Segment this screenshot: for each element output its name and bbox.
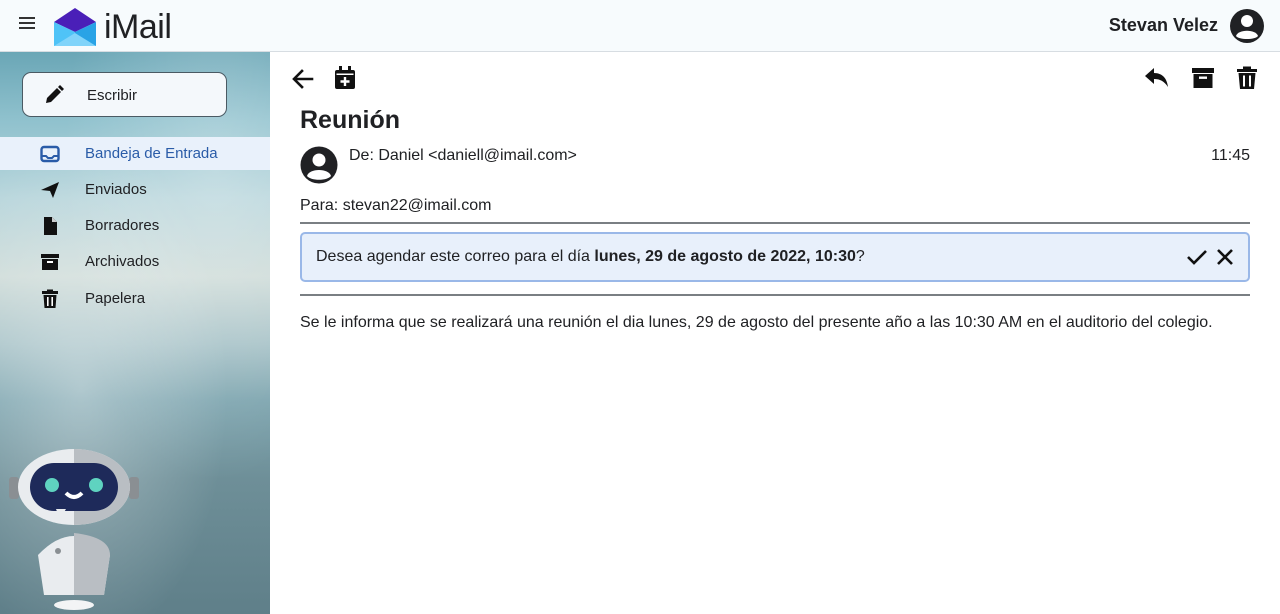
sender-avatar-icon <box>300 146 338 184</box>
sidebar-item-label: Archivados <box>85 253 160 270</box>
schedule-prompt-suffix: ? <box>855 248 865 265</box>
schedule-prompt-prefix: Desea agendar este correo para el día <box>316 248 595 265</box>
sidebar: Escribir Bandeja de Entrada Enviados Bor… <box>0 52 270 614</box>
schedule-suggestion-banner: Desea agendar este correo para el día lu… <box>300 232 1250 282</box>
compose-label: Escribir <box>87 87 138 104</box>
sidebar-item-inbox[interactable]: Bandeja de Entrada <box>0 137 270 170</box>
email-view: Reunión De: Daniel <daniell@imail.com> 1… <box>270 52 1280 614</box>
send-icon <box>41 182 59 198</box>
sidebar-item-label: Enviados <box>85 181 147 198</box>
archive-icon[interactable] <box>1190 65 1216 91</box>
accept-check-icon[interactable] <box>1186 246 1208 268</box>
email-subject: Reunión <box>300 106 400 134</box>
pencil-icon <box>46 85 64 103</box>
email-time: 11:45 <box>1211 147 1250 164</box>
sidebar-item-trash[interactable]: Papelera <box>0 282 270 315</box>
email-body: Se le informa que se realizará una reuni… <box>300 314 1213 331</box>
compose-button[interactable]: Escribir <box>22 72 227 117</box>
sidebar-item-drafts[interactable]: Borradores <box>0 209 270 242</box>
sidebar-item-archived[interactable]: Archivados <box>0 245 270 278</box>
divider <box>300 222 1250 224</box>
schedule-prompt: Desea agendar este correo para el día lu… <box>316 248 865 266</box>
menu-icon[interactable] <box>19 14 39 36</box>
trash-icon <box>42 289 58 308</box>
email-to: Para: stevan22@imail.com <box>300 197 492 214</box>
sidebar-item-label: Papelera <box>85 290 146 307</box>
archive-icon <box>41 254 59 270</box>
draft-icon <box>44 217 57 235</box>
email-from: De: Daniel <daniell@imail.com> <box>349 147 577 164</box>
sidebar-item-sent[interactable]: Enviados <box>0 173 270 206</box>
schedule-prompt-date: lunes, 29 de agosto de 2022, 10:30 <box>594 248 856 265</box>
sidebar-item-label: Borradores <box>85 217 160 234</box>
reply-icon[interactable] <box>1144 65 1170 91</box>
delete-icon[interactable] <box>1234 65 1260 91</box>
imail-logo <box>54 8 96 46</box>
divider <box>300 294 1250 296</box>
inbox-icon <box>40 145 60 163</box>
sidebar-item-label: Bandeja de Entrada <box>85 145 218 162</box>
app-name: iMail <box>104 8 172 46</box>
account-avatar-icon[interactable] <box>1229 8 1265 44</box>
dismiss-close-icon[interactable] <box>1214 246 1236 268</box>
user-name: Stevan Velez <box>1108 15 1218 35</box>
back-arrow-icon[interactable] <box>290 66 316 92</box>
calendar-add-icon[interactable] <box>332 65 358 91</box>
top-bar: iMail Stevan Velez <box>0 0 1280 52</box>
robot-assistant-icon[interactable] <box>8 447 140 612</box>
